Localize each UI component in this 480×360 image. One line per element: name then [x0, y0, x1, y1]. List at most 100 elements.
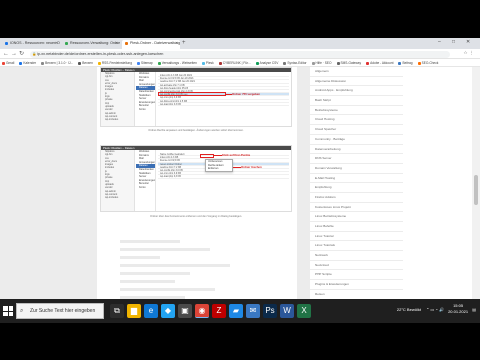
- bookmark-favicon-icon: [97, 61, 101, 65]
- browser-tab[interactable]: Ressourcen-Verwaltung: Ordner löschen✕: [62, 40, 120, 49]
- word-icon[interactable]: W: [280, 304, 294, 318]
- category-link[interactable]: Bash Skript: [310, 96, 403, 106]
- callout-arrow: [233, 167, 241, 168]
- category-link[interactable]: Nextcloud: [310, 261, 403, 271]
- bookmark-item[interactable]: Hilfe · SEO: [311, 59, 332, 66]
- mail-icon[interactable]: ✉: [246, 304, 260, 318]
- category-link[interactable]: Domain Verwaltung: [310, 164, 403, 174]
- bookmark-item[interactable]: Adobe - Akkount: [366, 59, 393, 66]
- category-link[interactable]: Plugins & Erweiterungen: [310, 280, 403, 290]
- category-link[interactable]: Linux Befehle: [310, 222, 403, 232]
- back-icon[interactable]: ←: [3, 50, 9, 58]
- category-link[interactable]: Netzwerk: [310, 251, 403, 261]
- tab-favicon-icon: [5, 41, 8, 45]
- explorer-icon[interactable]: ▆: [127, 304, 141, 318]
- article-screenshot-2: Plesk Obsidian – Dateien httpdocs cgi-bin…: [100, 145, 292, 212]
- category-link[interactable]: Linux Tutorial: [310, 232, 403, 242]
- maximize-button[interactable]: □: [452, 39, 455, 45]
- nav-item: Konto: [139, 185, 146, 189]
- tab-close-icon[interactable]: ✕: [55, 41, 58, 45]
- tray-icons[interactable]: ⌃ ▭ ◔ 🔊: [426, 307, 444, 312]
- category-link[interactable]: Datenverarbeitung: [310, 145, 403, 155]
- category-link[interactable]: Kostenloses Linux Projekt: [310, 203, 403, 213]
- forward-icon[interactable]: →: [11, 50, 17, 58]
- bookmark-label: Beitrag: [402, 61, 413, 65]
- category-link[interactable]: PHP Scripte: [310, 270, 403, 281]
- category-link[interactable]: E-Mail Hosting: [310, 174, 403, 184]
- vscode-icon[interactable]: ◆: [161, 304, 175, 318]
- bookmark-label: Verwaltungs - Webseiten: [161, 61, 197, 65]
- extensions-icons[interactable]: ☆⋮: [463, 50, 476, 56]
- category-link[interactable]: DNS Server: [310, 154, 403, 164]
- task-view-icon[interactable]: ⧉: [110, 304, 124, 318]
- category-link[interactable]: Linux Tutorials: [310, 241, 403, 252]
- screenshot-caption: Ordner über das Kontextmenü entfernen un…: [150, 215, 242, 218]
- category-link[interactable]: Betriebssysteme: [310, 106, 403, 116]
- bookmark-item[interactable]: Bexxen | 3.1.0 · Ü...: [41, 59, 73, 66]
- reload-icon[interactable]: ↻: [19, 50, 24, 58]
- address-bar[interactable]: 🔒 ip-xx.netzbinder.de/de/ordner-erstelle…: [30, 50, 450, 58]
- bookmark-favicon-icon: [336, 61, 340, 65]
- browser-tab[interactable]: IONOS - Ressourcen: neuen Ordner erstell…: [2, 40, 60, 49]
- tab-close-icon[interactable]: ✕: [175, 41, 178, 45]
- weather-text[interactable]: 22°C Bewölkt: [397, 307, 421, 312]
- bookmark-favicon-icon: [2, 61, 5, 65]
- tab-strip: IONOS - Ressourcen: neuen Ordner erstell…: [0, 38, 480, 49]
- notification-icon[interactable]: ▤: [472, 307, 476, 312]
- bookmark-item[interactable]: SEO-Check: [417, 59, 438, 66]
- minimize-button[interactable]: –: [438, 39, 441, 45]
- category-link[interactable]: Cloud Hosting: [310, 115, 403, 126]
- store-icon[interactable]: ▣: [178, 304, 192, 318]
- search-placeholder: Zur Suche Text hier eingeben: [30, 308, 96, 314]
- system-tray: 22°C Bewölkt ⌃ ▭ ◔ 🔊 15:05 20.01.2021 ▤: [397, 303, 476, 319]
- bookmark-item[interactable]: CYBERLINK | Für...: [218, 59, 251, 66]
- category-link[interactable]: Cloud Speicher: [310, 125, 403, 135]
- bookmarks-bar: Gmail Kalender Bexxen | 3.1.0 · Ü... Bexxen…: [0, 59, 480, 67]
- context-menu-item: Entfernen: [208, 167, 219, 170]
- taskbar-search-input[interactable]: ⌕ Zur Suche Text hier eingeben: [16, 303, 104, 319]
- excel-icon[interactable]: X: [297, 304, 311, 318]
- tab-label: Ressourcen-Verwaltung: Ordner löschen: [70, 41, 120, 45]
- nav-item: Konto: [139, 107, 146, 111]
- category-link[interactable]: Empfehlung: [310, 183, 403, 193]
- chrome-icon[interactable]: ◉: [195, 304, 209, 318]
- photoshop-icon[interactable]: Ps: [263, 304, 277, 318]
- bookmark-item[interactable]: Syntax-Editor: [283, 59, 307, 66]
- clock[interactable]: 15:05 20.01.2021: [448, 303, 468, 315]
- scrollbar[interactable]: [472, 67, 480, 323]
- bookmark-item[interactable]: Analyse CSV: [255, 59, 278, 66]
- bookmark-item[interactable]: Verwaltungs - Webseiten: [157, 59, 197, 66]
- bookmark-label: CYBERLINK | Für...: [222, 61, 251, 65]
- bookmark-item[interactable]: Kalender: [19, 59, 36, 66]
- bookmark-item[interactable]: Gmail: [2, 59, 14, 66]
- filezilla-icon[interactable]: Z: [212, 304, 226, 318]
- edge-icon[interactable]: e: [144, 304, 158, 318]
- category-link[interactable]: Community · Beiträge: [310, 135, 403, 145]
- folder-tree-item: wp-includes: [105, 196, 119, 200]
- table-row: wp-load.php 3,3 KB: [158, 175, 289, 179]
- page-content: Plesk Obsidian – Dateien httpdocs cgi-bin…: [0, 67, 480, 323]
- app-icon[interactable]: ▰: [229, 304, 243, 318]
- tab-close-icon[interactable]: ✕: [115, 41, 118, 45]
- bookmark-item[interactable]: RSS-Feedeinstellung: [97, 59, 132, 66]
- bookmark-favicon-icon: [255, 61, 259, 65]
- scrollbar-thumb[interactable]: [474, 175, 478, 205]
- bookmark-label: Sitemap: [140, 61, 153, 65]
- close-window-button[interactable]: ✕: [466, 39, 470, 45]
- callout-text: Ordner löschen: [241, 165, 262, 169]
- category-link[interactable]: Allgemeine Diskussion: [310, 77, 403, 87]
- category-link[interactable]: Linux Betriebssysteme: [310, 212, 403, 222]
- new-tab-button[interactable]: +: [182, 40, 186, 47]
- category-link[interactable]: Allgemein: [310, 67, 403, 77]
- bookmark-item[interactable]: Plesk: [201, 59, 214, 66]
- bookmark-item[interactable]: Bexxen: [78, 59, 93, 66]
- category-link[interactable]: Firefox Addons: [310, 193, 403, 203]
- browser-tab[interactable]: Plesk-Ordner - Dateiverwaltung ✕: [122, 40, 180, 49]
- bookmark-item[interactable]: SMS-Gateway: [336, 59, 361, 66]
- bookmark-label: Syntax-Editor: [287, 61, 307, 65]
- category-link[interactable]: Android Apps · Empfehlung: [310, 86, 403, 97]
- address-url: ip-xx.netzbinder.de/de/ordner-erstellen-…: [37, 51, 164, 56]
- start-button-icon[interactable]: [3, 306, 13, 316]
- bookmark-item[interactable]: Beitrag: [398, 59, 413, 66]
- bookmark-item[interactable]: Sitemap: [136, 59, 153, 66]
